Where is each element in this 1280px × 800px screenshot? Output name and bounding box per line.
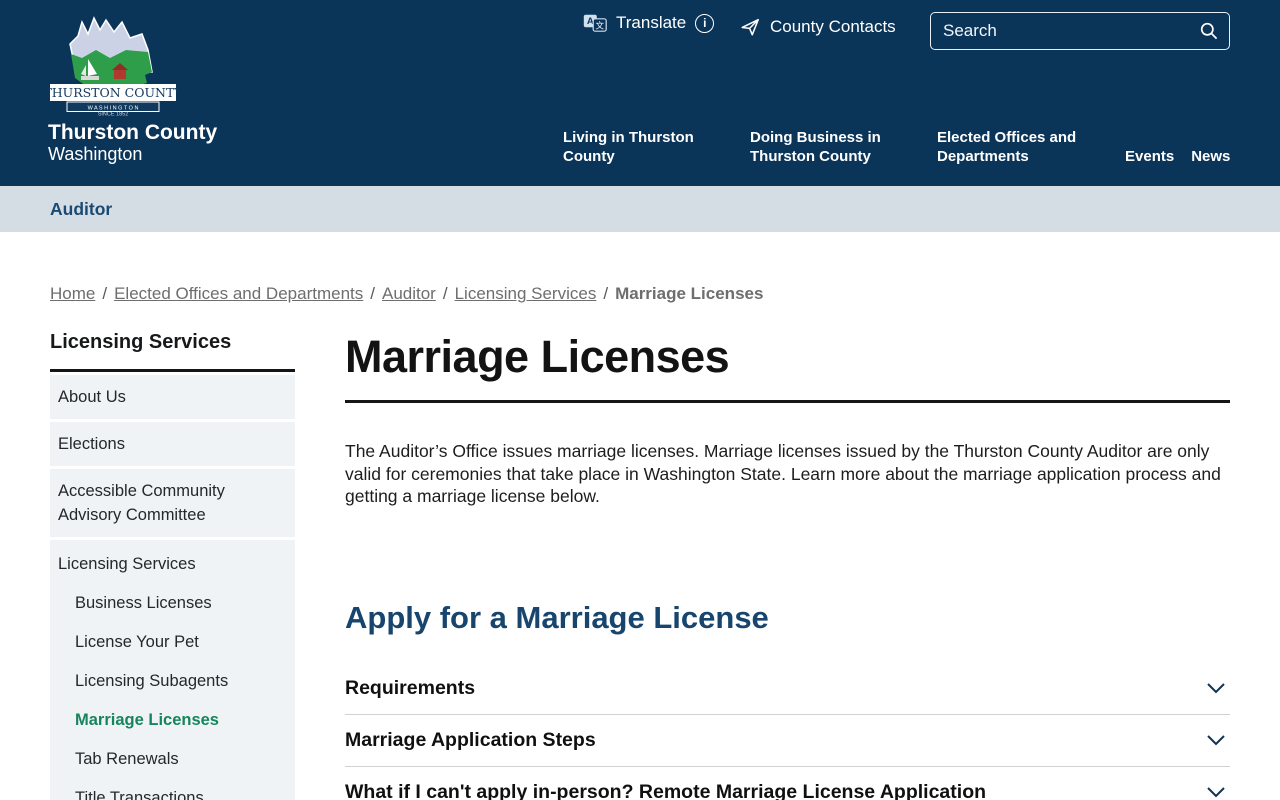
page-title: Marriage Licenses bbox=[345, 331, 730, 382]
search-input[interactable] bbox=[931, 21, 1199, 41]
main-content: Marriage Licenses The Auditor’s Office i… bbox=[345, 331, 1230, 800]
sidebar-item-title-transactions[interactable]: Title Transactions bbox=[58, 779, 287, 800]
info-glyph: i bbox=[703, 16, 707, 30]
nav-elected-offices[interactable]: Elected Offices and Departments bbox=[937, 128, 1087, 166]
breadcrumb-home[interactable]: Home bbox=[50, 284, 95, 303]
chevron-down-icon bbox=[1207, 683, 1225, 694]
accordion-title: What if I can't apply in-person? Remote … bbox=[345, 780, 987, 800]
intro-paragraph: The Auditor’s Office issues marriage lic… bbox=[345, 441, 1221, 506]
breadcrumb-auditor[interactable]: Auditor bbox=[382, 284, 436, 303]
breadcrumb-licensing-services[interactable]: Licensing Services bbox=[455, 284, 597, 303]
sidebar: Licensing Services About Us Elections Ac… bbox=[50, 331, 295, 800]
svg-text:文: 文 bbox=[595, 20, 604, 30]
department-bar: Auditor bbox=[0, 186, 1280, 232]
site-title-county: Thurston County bbox=[48, 121, 218, 144]
county-contacts-label: County Contacts bbox=[770, 17, 896, 36]
county-contacts-link[interactable]: County Contacts bbox=[740, 17, 896, 37]
sidebar-title: Licensing Services bbox=[50, 331, 295, 372]
site-title[interactable]: Thurston County Washington bbox=[48, 121, 217, 164]
translate-label: Translate bbox=[616, 13, 687, 32]
translate-icon: A 文 bbox=[583, 14, 607, 32]
accordion-title: Marriage Application Steps bbox=[345, 728, 596, 751]
nav-news[interactable]: News bbox=[1191, 147, 1230, 166]
department-title[interactable]: Auditor bbox=[50, 199, 112, 220]
main-nav: Living in Thurston County Doing Business… bbox=[563, 128, 1231, 166]
breadcrumb-separator: / bbox=[370, 284, 375, 303]
sidebar-item-accessible-community[interactable]: Accessible Community Advisory Committee bbox=[50, 469, 295, 537]
county-art-icon bbox=[69, 16, 153, 90]
site-header: THURSTON COUNTY W A S H I N G T O N SINC… bbox=[0, 0, 1280, 186]
breadcrumb: Home / Elected Offices and Departments / Aud… bbox=[50, 284, 1230, 304]
chevron-down-icon bbox=[1207, 787, 1225, 798]
breadcrumb-separator: / bbox=[603, 284, 609, 303]
breadcrumb-separator: / bbox=[442, 284, 448, 303]
sidebar-item-tab-renewals[interactable]: Tab Renewals bbox=[58, 740, 287, 779]
nav-doing-business[interactable]: Doing Business in Thurston County bbox=[750, 128, 885, 166]
breadcrumb-elected-offices[interactable]: Elected Offices and Departments bbox=[114, 284, 363, 303]
chevron-down-icon bbox=[1207, 735, 1225, 746]
sidebar-item-marriage-licenses[interactable]: Marriage Licenses bbox=[58, 701, 287, 740]
sidebar-item-licensing-services[interactable]: Licensing Services bbox=[58, 552, 287, 576]
sidebar-group-licensing-services: Licensing Services Business Licenses Lic… bbox=[50, 540, 295, 800]
sidebar-item-licensing-subagents[interactable]: Licensing Subagents bbox=[58, 662, 287, 701]
nav-events[interactable]: Events bbox=[1125, 147, 1174, 166]
county-seal-logo[interactable]: THURSTON COUNTY W A S H I N G T O N SINC… bbox=[48, 12, 178, 116]
seal-name-text: THURSTON COUNTY bbox=[48, 85, 178, 100]
section-title: Apply for a Marriage License bbox=[345, 599, 769, 635]
accordion-remote-application[interactable]: What if I can't apply in-person? Remote … bbox=[345, 767, 1230, 800]
accordion-list: Requirements Marriage Application Steps … bbox=[345, 663, 1230, 800]
seal-since-text: SINCE 1852 bbox=[98, 112, 129, 117]
sidebar-item-license-your-pet[interactable]: License Your Pet bbox=[58, 623, 287, 662]
info-icon[interactable]: i bbox=[695, 13, 715, 33]
translate-button[interactable]: A 文 Translate i bbox=[583, 13, 715, 33]
site-title-state: Washington bbox=[48, 144, 143, 164]
title-divider bbox=[345, 400, 1230, 403]
accordion-requirements[interactable]: Requirements bbox=[345, 663, 1230, 715]
sidebar-item-about-us[interactable]: About Us bbox=[50, 375, 295, 419]
search-box bbox=[930, 12, 1230, 50]
nav-living-in-thurston-county[interactable]: Living in Thurston County bbox=[563, 128, 703, 166]
paper-plane-icon bbox=[741, 18, 759, 36]
accordion-marriage-application-steps[interactable]: Marriage Application Steps bbox=[345, 715, 1230, 767]
breadcrumb-current: Marriage Licenses bbox=[615, 284, 764, 303]
sidebar-item-business-licenses[interactable]: Business Licenses bbox=[58, 584, 287, 623]
sidebar-item-elections[interactable]: Elections bbox=[50, 422, 295, 466]
breadcrumb-separator: / bbox=[102, 284, 108, 303]
search-icon[interactable] bbox=[1199, 21, 1219, 41]
accordion-title: Requirements bbox=[345, 676, 476, 699]
